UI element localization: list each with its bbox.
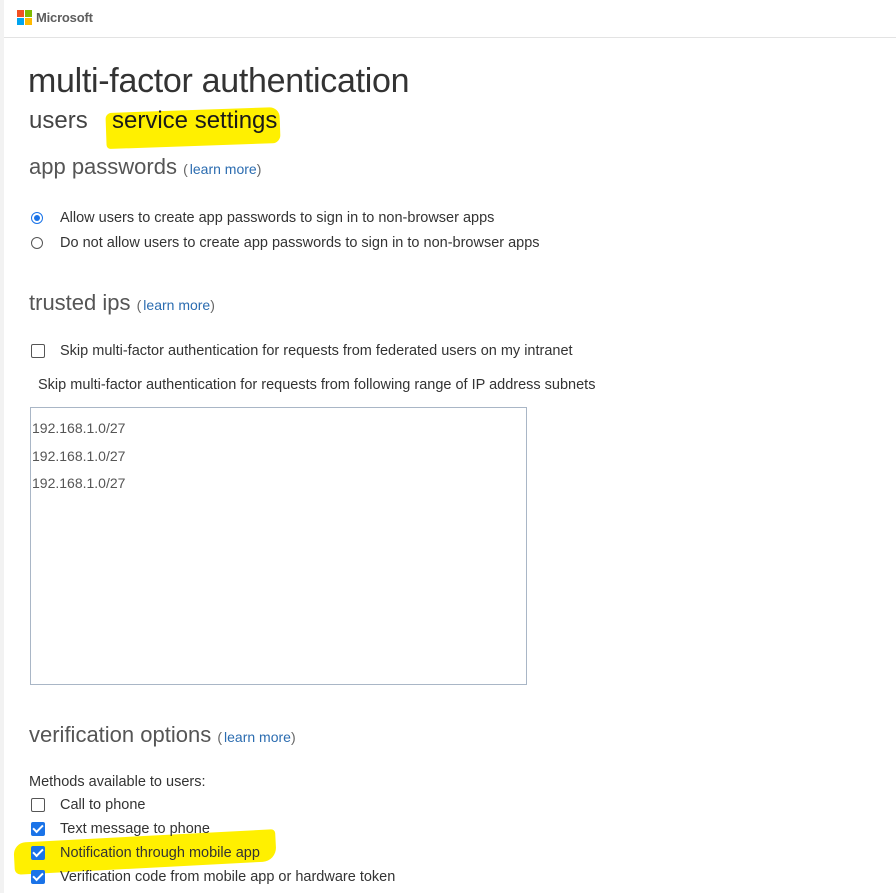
learn-more-wrapper: (learn more) — [217, 729, 296, 745]
method-label: Call to phone — [60, 797, 146, 813]
method-call-to-phone[interactable]: Call to phone — [31, 797, 145, 813]
section-title-verification: verification options (learn more) — [29, 722, 296, 748]
option-label: Allow users to create app passwords to s… — [60, 210, 495, 226]
page: Microsoft multi-factor authentication us… — [0, 0, 896, 893]
option-disallow-app-passwords[interactable]: Do not allow users to create app passwor… — [31, 235, 540, 251]
method-verification-code[interactable]: Verification code from mobile app or har… — [31, 869, 395, 885]
option-label: Skip multi-factor authentication for req… — [60, 343, 573, 359]
option-allow-app-passwords[interactable]: Allow users to create app passwords to s… — [31, 210, 494, 226]
learn-more-link-verification[interactable]: learn more — [224, 729, 291, 745]
checkbox-verification-code[interactable] — [31, 870, 45, 884]
section-title-text: app passwords — [29, 154, 177, 179]
checkbox-text-message[interactable] — [31, 822, 45, 836]
tab-service-settings[interactable]: service settings — [112, 107, 277, 135]
method-text-message[interactable]: Text message to phone — [31, 821, 210, 837]
ip-subnets-textarea[interactable]: 192.168.1.0/27 192.168.1.0/27 192.168.1.… — [30, 407, 527, 685]
section-title-text: verification options — [29, 722, 212, 747]
learn-more-link-trusted-ips[interactable]: learn more — [143, 297, 210, 313]
method-label: Notification through mobile app — [60, 845, 260, 861]
section-title-app-passwords: app passwords (learn more) — [29, 154, 261, 180]
microsoft-logo[interactable]: Microsoft — [17, 10, 93, 25]
option-label: Do not allow users to create app passwor… — [60, 235, 540, 251]
page-title: multi-factor authentication — [28, 62, 410, 100]
method-mobile-app-notification[interactable]: Notification through mobile app — [31, 845, 260, 861]
radio-allow-app-passwords[interactable] — [31, 212, 43, 224]
methods-label: Methods available to users: — [29, 774, 206, 790]
checkbox-call-to-phone[interactable] — [31, 798, 45, 812]
radio-disallow-app-passwords[interactable] — [31, 237, 43, 249]
method-label: Verification code from mobile app or har… — [60, 869, 396, 885]
section-title-text: trusted ips — [29, 290, 131, 315]
learn-more-wrapper: (learn more) — [136, 297, 215, 313]
ip-subnet-line: 192.168.1.0/27 — [32, 475, 126, 491]
tab-users[interactable]: users — [29, 107, 88, 135]
method-label: Text message to phone — [60, 821, 210, 837]
section-title-trusted-ips: trusted ips (learn more) — [29, 290, 215, 316]
learn-more-wrapper: (learn more) — [183, 161, 262, 177]
checkbox-skip-federated[interactable] — [31, 344, 45, 358]
checkbox-mobile-app-notification[interactable] — [31, 846, 45, 860]
microsoft-logo-icon — [17, 10, 32, 25]
learn-more-link-app-passwords[interactable]: learn more — [190, 161, 257, 177]
top-bar: Microsoft — [4, 0, 896, 38]
subnets-label: Skip multi-factor authentication for req… — [38, 377, 596, 393]
ip-subnet-line: 192.168.1.0/27 — [32, 420, 126, 436]
left-border — [0, 0, 4, 893]
option-skip-federated[interactable]: Skip multi-factor authentication for req… — [31, 343, 573, 359]
brand-name: Microsoft — [36, 10, 93, 25]
ip-subnet-line: 192.168.1.0/27 — [32, 447, 126, 464]
